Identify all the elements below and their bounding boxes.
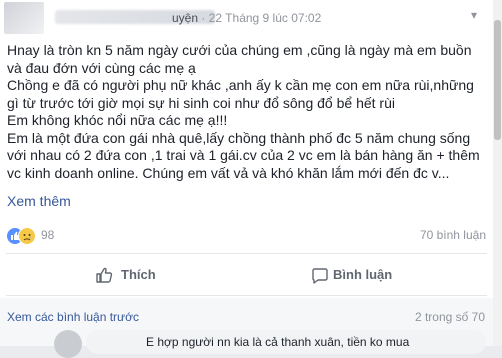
post-line: Chồng e đã có người phụ nữ khác ,anh ấy …: [7, 77, 474, 93]
post-line: Em là một đứa con gái nhà quê,lấy chồng …: [7, 129, 471, 146]
post-line: Hnay là tròn kn 5 năm ngày cưới của chún…: [7, 42, 472, 58]
separator: ·: [201, 11, 209, 25]
post-header: uyện · 22 Tháng 9 lúc 07:02 ▾: [0, 0, 493, 34]
comment-count[interactable]: 70 bình luận: [420, 228, 486, 242]
reaction-count[interactable]: 98: [41, 228, 54, 242]
comment-pager: 2 trong số 70: [414, 310, 485, 324]
speech-bubble-icon: [312, 268, 328, 284]
comment-button[interactable]: Bình luận: [245, 259, 485, 291]
divider: [6, 295, 487, 296]
avatar[interactable]: [4, 2, 44, 34]
divider: [6, 253, 487, 254]
post-line: và đau đớn với cùng các mẹ ạ: [7, 59, 196, 76]
post-line: vc kinh doanh online. Chúng em vất vả và…: [7, 164, 450, 181]
comment-bubble: E hợp người nn kia là cả thanh xuân, tiề…: [86, 330, 486, 354]
post-line: với nhau có 2 đứa con ,1 trai và 1 gái.c…: [7, 147, 480, 163]
scrollbar-thumb[interactable]: [494, 20, 501, 140]
commenter-avatar[interactable]: [54, 330, 82, 358]
comment-label: Bình luận: [333, 267, 393, 282]
post-line: gì từ trước tới giờ mọi sự hi sinh coi n…: [7, 94, 395, 111]
author-timestamp-line: uyện · 22 Tháng 9 lúc 07:02: [172, 11, 321, 25]
sad-icon[interactable]: [18, 227, 36, 245]
view-previous-comments-link[interactable]: Xem các bình luận trước: [7, 310, 139, 324]
like-label: Thích: [121, 267, 156, 282]
chevron-down-icon[interactable]: ▾: [466, 7, 482, 23]
like-button[interactable]: Thích: [0, 259, 240, 291]
see-more-link[interactable]: Xem thêm: [7, 193, 71, 209]
author-name[interactable]: uyện: [172, 11, 198, 25]
comment-text: E hợp người nn kia là cả thanh xuân, tiề…: [146, 335, 410, 349]
comments-section: Xem các bình luận trước 2 trong số 70 E …: [0, 298, 493, 358]
post-timestamp[interactable]: 22 Tháng 9 lúc 07:02: [209, 11, 322, 25]
thumbs-up-icon: [96, 267, 113, 283]
post-line: Em không khóc nổi nữa các mẹ ạ!!!: [7, 112, 228, 128]
post-card: uyện · 22 Tháng 9 lúc 07:02 ▾ Hnay là tr…: [0, 0, 493, 358]
post-text: Hnay là tròn kn 5 năm ngày cưới của chún…: [7, 42, 487, 182]
scrollbar[interactable]: [493, 0, 502, 346]
reactions-bar: 98 70 bình luận: [6, 227, 486, 245]
